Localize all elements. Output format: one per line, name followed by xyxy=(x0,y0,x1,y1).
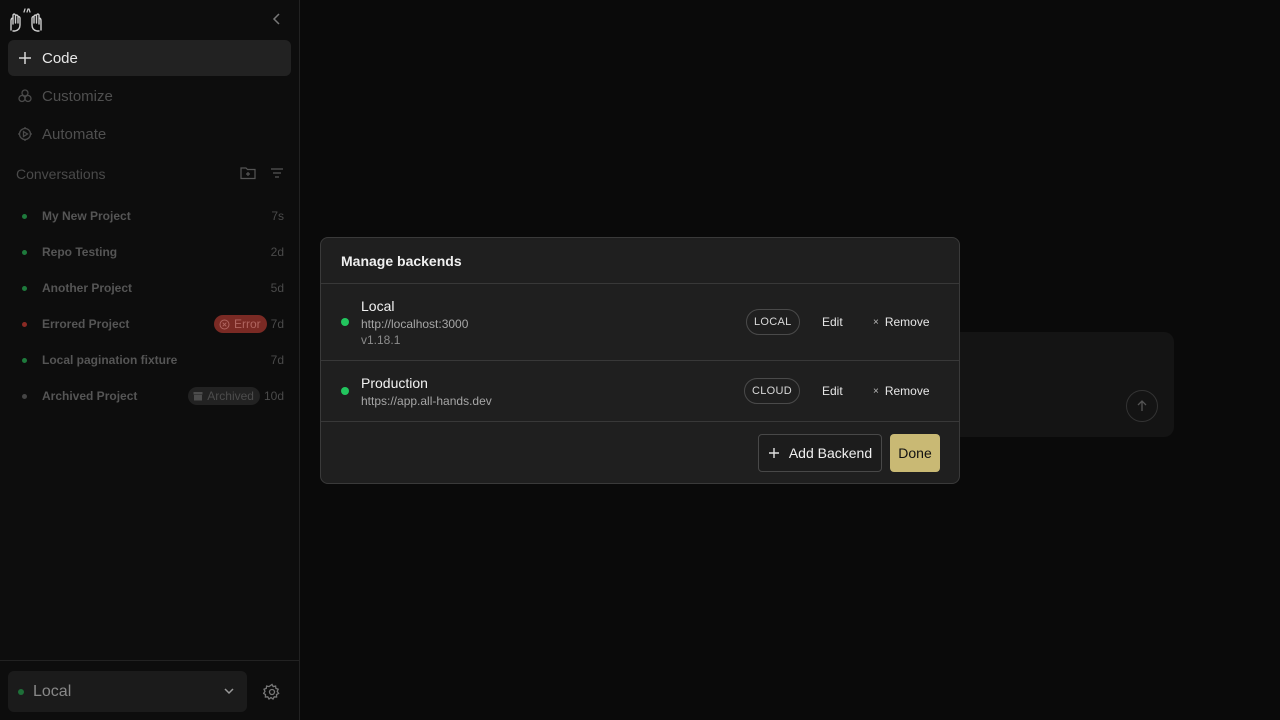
conversation-title: Errored Project xyxy=(42,317,130,331)
conversation-age: 7d xyxy=(270,353,284,367)
add-backend-label: Add Backend xyxy=(788,445,873,461)
nav-customize-label: Customize xyxy=(42,87,113,105)
remove-label: Remove xyxy=(884,315,930,329)
conversation-title: Repo Testing xyxy=(42,245,118,259)
conversation-title: My New Project xyxy=(42,209,131,223)
chevron-down-icon xyxy=(221,683,237,704)
arrow-up-icon xyxy=(1137,400,1147,411)
conversation-item[interactable]: My New Project 7s xyxy=(16,206,284,226)
backend-version: v1.18.1 xyxy=(361,333,401,347)
backend-type-badge: LOCAL xyxy=(746,309,800,335)
status-dot xyxy=(22,213,27,219)
archive-icon xyxy=(193,392,203,401)
backend-row-production: Production https://app.all-hands.dev CLO… xyxy=(321,361,959,422)
customize-icon xyxy=(17,88,33,104)
nav-customize[interactable]: Customize xyxy=(8,78,291,114)
remove-button[interactable]: × Remove xyxy=(873,315,930,329)
backend-status-dot xyxy=(18,688,24,695)
conversation-title: Archived Project xyxy=(42,389,138,403)
new-folder-icon[interactable] xyxy=(240,166,256,183)
nav-automate[interactable]: Automate xyxy=(8,116,291,152)
nav-automate-label: Automate xyxy=(42,125,107,143)
nav-code[interactable]: Code xyxy=(8,40,291,76)
send-button[interactable] xyxy=(1126,390,1158,422)
status-dot xyxy=(22,285,27,291)
filter-icon[interactable] xyxy=(270,166,284,183)
manage-backends-modal: Manage backends Local http://localhost:3… xyxy=(320,237,960,484)
modal-footer: Add Backend Done xyxy=(321,422,959,483)
remove-label: Remove xyxy=(884,384,930,398)
conversation-item[interactable]: Another Project 5d xyxy=(16,278,284,298)
logo-hands-icon[interactable] xyxy=(8,8,44,34)
conversation-age: 7d xyxy=(270,317,284,331)
backend-url: http://localhost:3000 xyxy=(361,317,469,331)
backend-row-local: Local http://localhost:3000 v1.18.1 LOCA… xyxy=(321,284,959,361)
conversation-age: 2d xyxy=(270,245,284,259)
backend-selector[interactable]: Local xyxy=(8,671,247,712)
conversations-title: Conversations xyxy=(16,166,106,182)
done-button[interactable]: Done xyxy=(890,434,940,472)
status-dot xyxy=(22,393,27,399)
conversation-title: Local pagination fixture xyxy=(42,353,178,367)
conversation-title: Another Project xyxy=(42,281,133,295)
remove-button[interactable]: × Remove xyxy=(873,384,930,398)
edit-button[interactable]: Edit xyxy=(822,384,843,398)
error-icon xyxy=(219,319,230,329)
plus-icon xyxy=(17,50,33,66)
sidebar-footer: Local xyxy=(0,660,299,720)
backend-status-dot xyxy=(341,318,349,326)
close-icon: × xyxy=(873,385,879,397)
conversation-age: 10d xyxy=(263,389,284,403)
edit-button[interactable]: Edit xyxy=(822,315,843,329)
add-backend-button[interactable]: Add Backend xyxy=(758,434,882,472)
conversation-item[interactable]: Repo Testing 2d xyxy=(16,242,284,262)
error-badge: Error xyxy=(213,315,267,333)
backend-name: Local xyxy=(361,298,395,314)
backend-url: https://app.all-hands.dev xyxy=(361,394,492,408)
error-badge-label: Error xyxy=(233,317,261,331)
automate-icon xyxy=(17,126,33,142)
conversation-age: 7s xyxy=(271,209,284,223)
conversation-item[interactable]: Errored Project Error 7d xyxy=(16,314,284,334)
backend-type-badge: CLOUD xyxy=(744,378,801,404)
sidebar: Code Customize Automate Conversations My… xyxy=(0,0,300,720)
conversation-item[interactable]: Archived Project Archived 10d xyxy=(16,386,284,406)
conversations-header: Conversations xyxy=(16,166,284,184)
plus-icon xyxy=(768,448,779,458)
archived-badge-label: Archived xyxy=(207,389,254,403)
modal-title: Manage backends xyxy=(321,238,959,284)
status-dot xyxy=(22,357,27,363)
conversation-item[interactable]: Local pagination fixture 7d xyxy=(16,350,284,370)
backend-selector-label: Local xyxy=(33,682,72,700)
settings-gear-icon[interactable] xyxy=(262,683,281,701)
collapse-sidebar-icon[interactable] xyxy=(268,10,286,28)
nav-code-label: Code xyxy=(42,49,78,67)
archived-badge: Archived xyxy=(188,387,260,405)
close-icon: × xyxy=(873,316,879,328)
status-dot xyxy=(22,321,27,327)
status-dot xyxy=(22,249,27,255)
backend-status-dot xyxy=(341,387,349,395)
backend-name: Production xyxy=(361,375,428,391)
conversation-age: 5d xyxy=(270,281,284,295)
